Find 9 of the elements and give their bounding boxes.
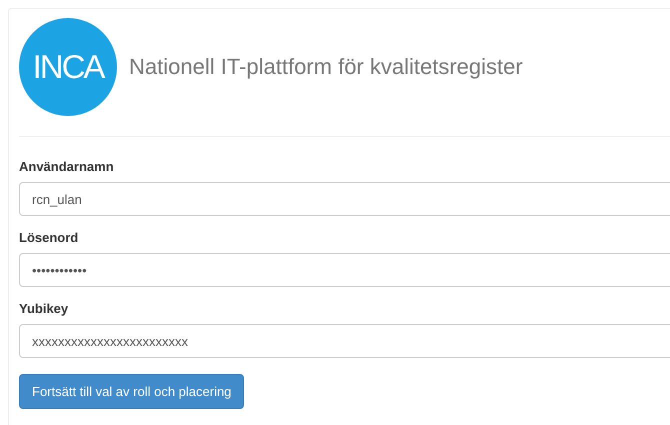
input-field[interactable]: •••••••••••• (19, 253, 670, 287)
inca-logo: INCA (19, 18, 117, 116)
field-label: Lösenord (19, 230, 80, 245)
continue-button[interactable]: Fortsätt till val av roll och placering (19, 374, 244, 409)
field-label: Användarnamn (19, 159, 115, 174)
page-title: Nationell IT-plattform för kvalitetsregister (129, 54, 523, 80)
field-label: Yubikey (19, 301, 70, 316)
input-field[interactable]: rcn_ulan (19, 182, 670, 216)
input-field[interactable]: xxxxxxxxxxxxxxxxxxxxxxxx (19, 324, 670, 358)
